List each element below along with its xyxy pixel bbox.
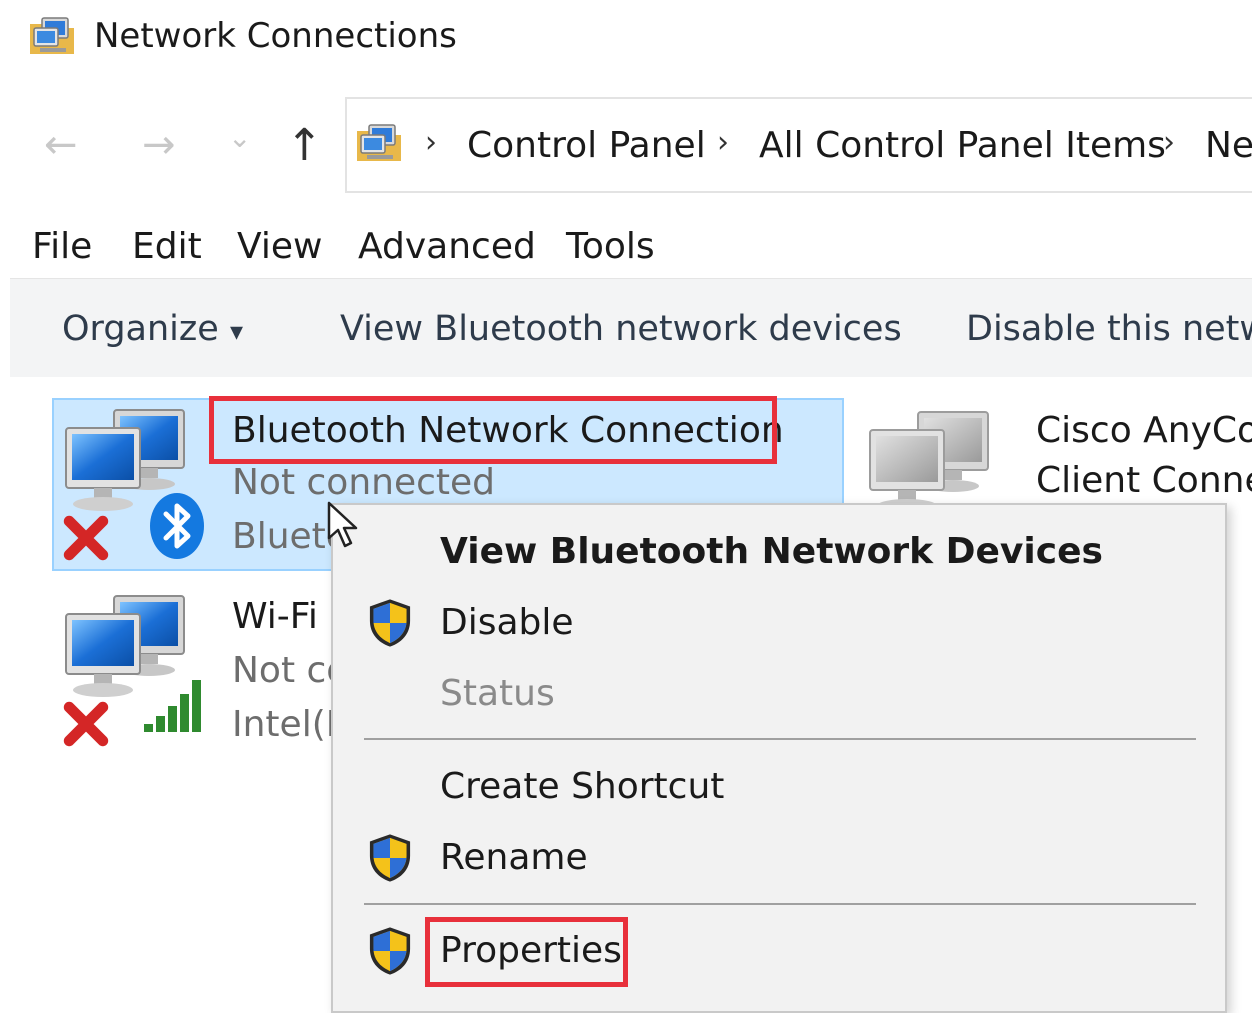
breadcrumb-separator: › (425, 125, 437, 160)
view-bluetooth-devices-button[interactable]: View Bluetooth network devices (340, 309, 902, 349)
mouse-cursor-icon (327, 501, 358, 548)
cisco-network-icon (866, 408, 996, 518)
menu-bar: File Edit View Advanced Tools (0, 222, 1252, 274)
organize-label: Organize (62, 309, 219, 349)
connection-name-wifi: Wi-Fi (232, 596, 318, 637)
connection-device-wifi: Intel(F (232, 704, 347, 745)
menu-separator (364, 903, 1196, 905)
menu-item-rename[interactable]: Rename (440, 837, 588, 878)
back-button[interactable]: ← (44, 125, 78, 165)
address-network-icon (355, 121, 405, 167)
breadcrumb-all-control-panel-items[interactable]: All Control Panel Items (759, 125, 1166, 166)
menu-item-view-bluetooth-devices[interactable]: View Bluetooth Network Devices (440, 531, 1103, 572)
uac-shield-icon (366, 832, 414, 884)
chevron-down-icon: ▾ (229, 317, 244, 347)
uac-shield-icon (366, 925, 414, 977)
menu-tools[interactable]: Tools (566, 226, 655, 267)
disconnected-x-icon (62, 514, 110, 562)
menu-item-create-shortcut[interactable]: Create Shortcut (440, 766, 724, 807)
forward-button[interactable]: → (142, 125, 176, 165)
breadcrumb-control-panel[interactable]: Control Panel (467, 125, 706, 166)
window-title: Network Connections (94, 16, 457, 56)
recent-locations-chevron-icon[interactable]: ⌄ (228, 124, 251, 152)
connection-name-cisco-line2: Client Conne (1036, 460, 1252, 501)
menu-advanced[interactable]: Advanced (358, 226, 536, 267)
up-button[interactable]: ↑ (286, 124, 323, 168)
disconnected-x-icon (62, 700, 110, 748)
connection-name-cisco: Cisco AnyCo (1036, 410, 1252, 451)
organize-button[interactable]: Organize ▾ (62, 309, 243, 349)
menu-edit[interactable]: Edit (132, 226, 202, 267)
breadcrumb-network[interactable]: Ne (1205, 125, 1252, 166)
disable-network-button[interactable]: Disable this netw (966, 309, 1252, 349)
window-title-bar: Network Connections (0, 0, 1252, 78)
highlight-box-connection-name (209, 396, 777, 464)
bluetooth-icon (150, 493, 204, 559)
highlight-box-properties (425, 917, 628, 987)
breadcrumb-separator: › (717, 125, 729, 160)
connection-status-bluetooth: Not connected (232, 462, 496, 503)
breadcrumb-separator: › (1163, 125, 1175, 160)
menu-file[interactable]: File (32, 226, 92, 267)
menu-item-status: Status (440, 673, 555, 714)
network-connections-icon (28, 14, 78, 60)
wifi-signal-icon (144, 680, 201, 732)
uac-shield-icon (366, 597, 414, 649)
command-bar: Organize ▾ View Bluetooth network device… (10, 278, 1252, 377)
menu-item-disable[interactable]: Disable (440, 602, 574, 643)
address-bar[interactable]: › Control Panel › All Control Panel Item… (345, 97, 1252, 193)
menu-view[interactable]: View (237, 226, 322, 267)
menu-separator (364, 738, 1196, 740)
